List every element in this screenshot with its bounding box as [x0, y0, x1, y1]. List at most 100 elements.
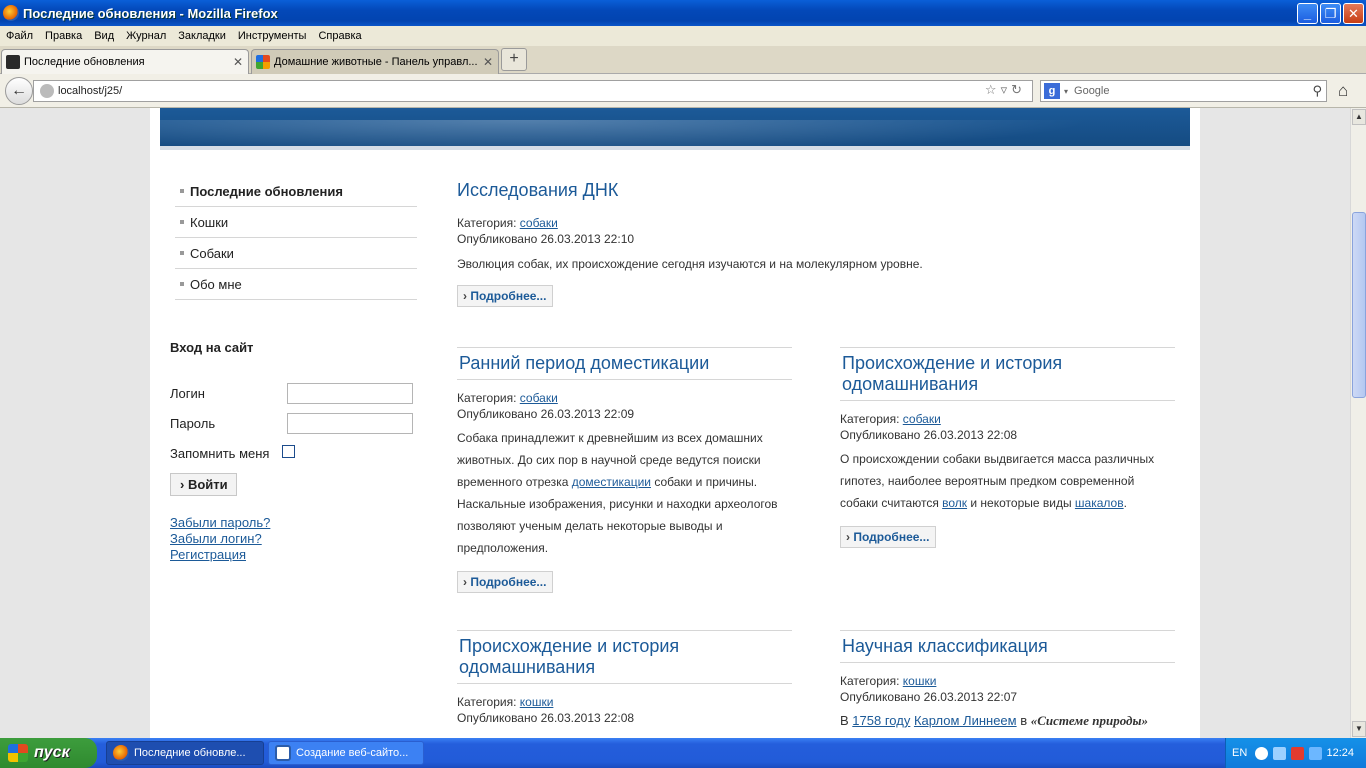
back-button[interactable]: ←: [5, 77, 33, 105]
start-button[interactable]: пуск: [0, 738, 97, 768]
clock: 12:24: [1326, 747, 1354, 759]
windows-logo-icon: [8, 744, 28, 762]
divider: [840, 347, 1175, 348]
taskbar-item-word[interactable]: Создание веб-сайто...: [268, 741, 424, 765]
url-bar[interactable]: localhost/j25/ ☆▿↻: [33, 80, 1033, 102]
article-title[interactable]: Происхождение и история одомашнивания: [457, 636, 792, 684]
category-link[interactable]: кошки: [903, 674, 937, 688]
home-icon[interactable]: ⌂: [1338, 81, 1348, 101]
forgot-password-link[interactable]: Забыли пароль?: [170, 515, 420, 531]
tab-pets-admin[interactable]: Домашние животные - Панель управл... ✕: [251, 49, 499, 74]
article-category: Категория: собаки: [840, 411, 1175, 427]
engine-dropdown-icon[interactable]: ▾: [1064, 87, 1068, 96]
page-viewport: Последние обновления Кошки Собаки Обо мн…: [0, 108, 1350, 738]
close-button[interactable]: ✕: [1343, 3, 1364, 24]
new-tab-button[interactable]: +: [501, 48, 527, 71]
system-tray: EN 12:24: [1225, 738, 1366, 768]
joomla-favicon-icon: [256, 55, 270, 69]
jackals-link[interactable]: шакалов: [1075, 496, 1124, 510]
divider: [840, 630, 1175, 631]
scroll-thumb[interactable]: [1352, 212, 1366, 398]
dropdown-icon[interactable]: ▿: [1001, 82, 1012, 97]
article-date: Опубликовано 26.03.2013 22:07: [840, 690, 1018, 704]
search-bar[interactable]: g ▾ Google ⚲: [1040, 80, 1327, 102]
back-arrow-icon: ←: [11, 82, 27, 99]
site-identity-icon: [40, 84, 54, 98]
article-origin-cats: Происхождение и история одомашнивания Ка…: [457, 636, 792, 726]
navigation-bar: ← localhost/j25/ ☆▿↻ g ▾ Google ⚲ ⌂: [0, 74, 1366, 108]
login-title: Вход на сайт: [170, 340, 254, 355]
category-link[interactable]: кошки: [520, 695, 554, 709]
document-icon: [275, 745, 291, 761]
bookmark-star-icon[interactable]: ☆: [985, 82, 1001, 97]
menu-item-cats[interactable]: Кошки: [175, 207, 417, 238]
banner-divider: [160, 146, 1190, 150]
text-part: в: [1016, 713, 1031, 728]
forgot-login-link[interactable]: Забыли логин?: [170, 531, 420, 547]
tab-close-icon[interactable]: ✕: [233, 55, 243, 69]
url-text: localhost/j25/: [58, 85, 123, 97]
text-part: В: [840, 713, 853, 728]
menu-item-about[interactable]: Обо мне: [175, 269, 417, 300]
article-classification: Научная классификация Категория: кошки О…: [840, 636, 1175, 732]
category-label: Категория:: [457, 216, 520, 230]
firefox-icon: [3, 5, 19, 21]
register-link[interactable]: Регистрация: [170, 547, 420, 563]
category-link[interactable]: собаки: [903, 412, 941, 426]
start-label: пуск: [34, 744, 70, 761]
article-title[interactable]: Исследования ДНК: [457, 180, 1177, 201]
linnaeus-link[interactable]: Карлом Линнеем: [914, 713, 1017, 728]
language-indicator[interactable]: EN: [1232, 747, 1247, 759]
menu-history[interactable]: Журнал: [120, 30, 172, 42]
category-link[interactable]: собаки: [520, 391, 558, 405]
article-text: Эволюция собак, их происхождение сегодня…: [457, 257, 923, 271]
tab-close-icon[interactable]: ✕: [483, 55, 493, 69]
password-input[interactable]: [287, 412, 413, 434]
tab-bar: Последние обновления ✕ Домашние животные…: [0, 46, 1366, 74]
antivirus-icon[interactable]: [1291, 746, 1305, 760]
article-title[interactable]: Ранний период доместикации: [457, 353, 792, 380]
article-title[interactable]: Происхождение и история одомашнивания: [840, 353, 1175, 401]
reload-icon[interactable]: ↻: [1011, 82, 1026, 97]
divider: [457, 347, 792, 348]
remember-label: Запомнить меня: [170, 445, 270, 461]
network-icon[interactable]: [1273, 746, 1287, 760]
login-button[interactable]: › Войти: [170, 473, 237, 496]
login-arrow-icon: ›: [180, 477, 188, 492]
firefox-icon: [113, 745, 129, 761]
year-link[interactable]: 1758 году: [852, 713, 910, 728]
menu-tools[interactable]: Инструменты: [232, 30, 313, 42]
scroll-up-icon[interactable]: ▲: [1352, 109, 1366, 125]
category-label: Категория:: [457, 391, 520, 405]
search-icon[interactable]: ⚲: [1312, 83, 1322, 99]
article-title[interactable]: Научная классификация: [840, 636, 1175, 663]
tray-expand-icon[interactable]: [1255, 746, 1269, 760]
category-label: Категория:: [840, 674, 903, 688]
menu-file[interactable]: Файл: [0, 30, 39, 42]
username-input[interactable]: [287, 382, 413, 404]
remember-checkbox[interactable]: [282, 445, 295, 458]
maximize-button[interactable]: ❐: [1320, 3, 1341, 24]
menu-item-latest[interactable]: Последние обновления: [175, 176, 417, 207]
domestication-link[interactable]: доместикации: [572, 475, 651, 489]
search-placeholder: Google: [1074, 85, 1110, 97]
read-more-button[interactable]: Подробнее...: [457, 571, 554, 593]
taskbar-item-label: Последние обновле...: [134, 747, 246, 759]
scroll-down-icon[interactable]: ▼: [1352, 721, 1366, 737]
category-link[interactable]: собаки: [520, 216, 558, 230]
menu-view[interactable]: Вид: [88, 30, 120, 42]
menu-item-dogs[interactable]: Собаки: [175, 238, 417, 269]
menu-edit[interactable]: Правка: [39, 30, 88, 42]
minimize-button[interactable]: _: [1297, 3, 1318, 24]
read-more-button[interactable]: Подробнее...: [457, 285, 554, 307]
vertical-scrollbar[interactable]: ▲ ▼: [1350, 108, 1366, 738]
volume-icon[interactable]: [1309, 746, 1323, 760]
menu-bookmarks[interactable]: Закладки: [172, 30, 232, 42]
tab-latest-updates[interactable]: Последние обновления ✕: [1, 49, 249, 74]
read-more-button[interactable]: Подробнее...: [840, 526, 937, 548]
menu-help[interactable]: Справка: [312, 30, 367, 42]
wolf-link[interactable]: волк: [942, 496, 967, 510]
article-origin-dogs: Происхождение и история одомашнивания Ка…: [840, 353, 1175, 548]
taskbar-item-firefox[interactable]: Последние обновле...: [106, 741, 264, 765]
article-text: О происхождении собаки выдвигается масса…: [840, 448, 1175, 514]
